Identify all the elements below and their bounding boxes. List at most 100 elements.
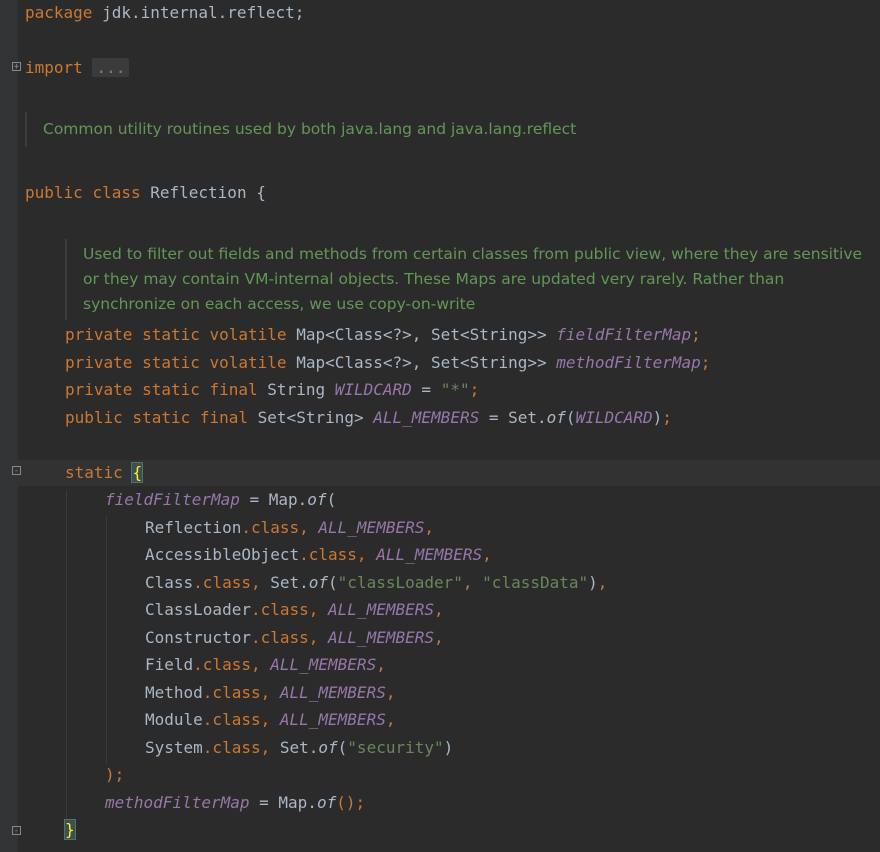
- code-line-assign[interactable]: fieldFilterMap = Map.of(: [105, 487, 336, 513]
- code-line-static[interactable]: static {: [65, 460, 144, 486]
- comma: ,: [250, 655, 271, 674]
- field-ref: ALL_MEMBERS: [376, 545, 483, 564]
- doc-comment-class: Common utility routines used by both jav…: [25, 112, 863, 147]
- code-line-import[interactable]: import ...: [25, 55, 130, 81]
- map-entry[interactable]: Class.class, Set.of("classLoader", "clas…: [145, 570, 607, 596]
- class-literal: .class: [193, 655, 251, 674]
- map-entry[interactable]: System.class, Set.of("security"): [145, 735, 453, 761]
- keyword: static: [65, 463, 123, 482]
- map-entry[interactable]: Reflection.class, ALL_MEMBERS,: [145, 515, 434, 541]
- field-ref: ALL_MEMBERS: [270, 655, 377, 674]
- type: Map<Class<?>, Set<String>>: [296, 353, 557, 372]
- assign: = Map.: [249, 793, 317, 812]
- map-entry[interactable]: Field.class, ALL_MEMBERS,: [145, 652, 386, 678]
- modifiers: public static final: [65, 408, 258, 427]
- comma: ,: [597, 573, 608, 592]
- matched-brace: {: [131, 462, 144, 483]
- map-entry[interactable]: AccessibleObject.class, ALL_MEMBERS,: [145, 542, 492, 568]
- code-line-field[interactable]: private static final String WILDCARD = "…: [65, 377, 479, 403]
- class-ref: Reflection: [145, 518, 242, 537]
- class-ref: ClassLoader: [145, 600, 251, 619]
- close-paren: );: [105, 765, 125, 784]
- map-entry[interactable]: ClassLoader.class, ALL_MEMBERS,: [145, 597, 444, 623]
- field-ref: methodFilterMap: [105, 793, 250, 812]
- code-line-field[interactable]: private static volatile Map<Class<?>, Se…: [65, 350, 710, 376]
- keyword: class: [92, 183, 141, 202]
- class-literal: .class: [299, 545, 357, 564]
- type: Set<String>: [257, 408, 374, 427]
- method-call: of: [546, 408, 566, 427]
- paren: ): [652, 408, 663, 427]
- map-entry[interactable]: Method.class, ALL_MEMBERS,: [145, 680, 395, 706]
- field-name: methodFilterMap: [556, 353, 701, 372]
- class-literal: .class: [202, 683, 261, 702]
- code-line-close-paren[interactable]: );: [105, 762, 124, 788]
- class-literal: .class: [241, 518, 300, 537]
- paren: (: [328, 573, 338, 592]
- code-line-field[interactable]: private static volatile Map<Class<?>, Se…: [65, 322, 701, 348]
- fold-collapse-icon[interactable]: -: [12, 466, 21, 476]
- field-ref: fieldFilterMap: [105, 490, 240, 509]
- method-call: of: [316, 793, 337, 812]
- package-name: jdk.internal.reflect;: [92, 3, 305, 22]
- assign: =: [411, 380, 441, 399]
- class-ref: Method: [145, 683, 203, 702]
- keyword: import: [25, 58, 83, 77]
- editor-gutter: [0, 0, 18, 852]
- comma: ,: [260, 738, 280, 757]
- field-name: WILDCARD: [334, 380, 412, 399]
- paren: (: [337, 738, 348, 757]
- modifiers: private static final: [65, 380, 268, 399]
- assign: = Set.: [479, 408, 547, 427]
- method-call: of: [307, 490, 327, 509]
- class-ref: Class: [145, 573, 194, 592]
- comma: ,: [482, 545, 492, 564]
- class-literal: .class: [250, 600, 309, 619]
- comma: ,: [260, 710, 280, 729]
- class-ref: Constructor: [145, 628, 251, 647]
- string-literal: "*": [440, 380, 470, 399]
- type: String: [267, 380, 335, 399]
- string-literal: "classLoader": [337, 573, 463, 592]
- set-ref: Set.: [279, 738, 319, 757]
- modifiers: private static volatile: [65, 325, 297, 344]
- code-line-package[interactable]: package jdk.internal.reflect;: [25, 0, 304, 26]
- paren: ): [588, 573, 598, 592]
- fold-expand-icon[interactable]: +: [12, 62, 21, 72]
- type: Map<Class<?>, Set<String>>: [296, 325, 557, 344]
- semicolon: ;: [469, 380, 480, 399]
- class-ref: System: [145, 738, 203, 757]
- field-ref: ALL_MEMBERS: [328, 628, 434, 647]
- fold-end-icon[interactable]: -: [12, 826, 21, 836]
- indent-guide: [106, 515, 107, 765]
- method-call: of: [308, 573, 329, 592]
- method-call: of: [318, 738, 338, 757]
- comma: ,: [385, 710, 396, 729]
- comma: ,: [260, 683, 280, 702]
- comma: ,: [376, 655, 386, 674]
- code-line-assign[interactable]: methodFilterMap = Map.of();: [105, 790, 365, 816]
- semicolon: ;: [700, 353, 711, 372]
- code-line-class-decl[interactable]: public class Reflection {: [25, 180, 266, 206]
- class-name: Reflection {: [140, 183, 266, 202]
- class-literal: .class: [250, 628, 309, 647]
- indent-guide: [66, 490, 67, 820]
- map-entry[interactable]: Module.class, ALL_MEMBERS,: [145, 707, 395, 733]
- string-literal: "security": [347, 738, 444, 757]
- current-line-highlight: [18, 460, 880, 486]
- field-ref: ALL_MEMBERS: [328, 600, 434, 619]
- comma: ,: [299, 518, 319, 537]
- string-literal: "classData": [482, 573, 589, 592]
- semicolon: ;: [662, 408, 672, 427]
- paren: (: [326, 490, 337, 509]
- comma: ,: [356, 545, 377, 564]
- import-fold-placeholder[interactable]: ...: [92, 58, 130, 77]
- code-line-field[interactable]: public static final Set<String> ALL_MEMB…: [65, 405, 672, 431]
- field-name: ALL_MEMBERS: [373, 408, 480, 427]
- comma: ,: [308, 600, 329, 619]
- comma: ,: [434, 628, 444, 647]
- comma: ,: [250, 573, 271, 592]
- call-end: ();: [336, 793, 366, 812]
- map-entry[interactable]: Constructor.class, ALL_MEMBERS,: [145, 625, 444, 651]
- code-line-close-brace[interactable]: }: [64, 817, 76, 843]
